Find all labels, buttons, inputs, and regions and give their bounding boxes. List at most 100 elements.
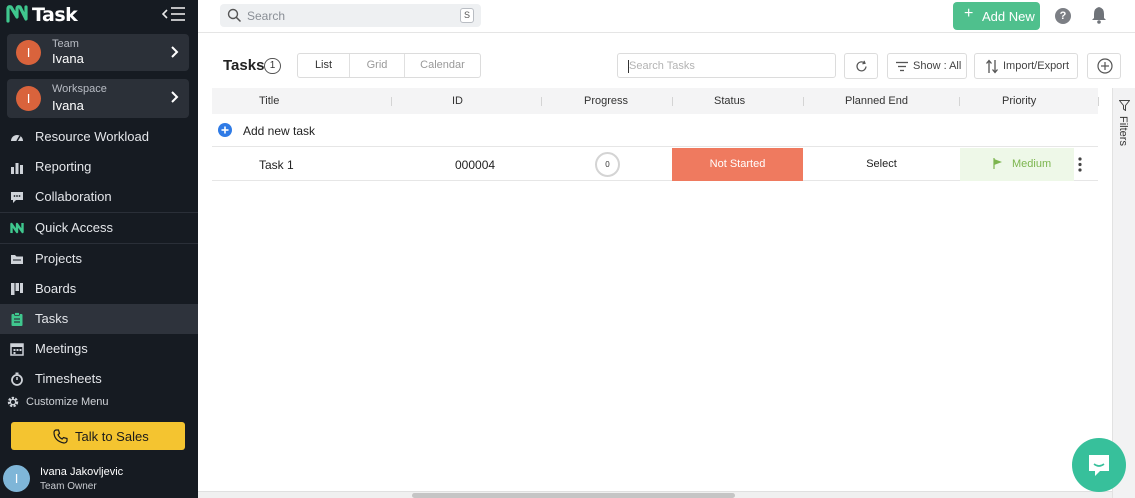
phone-icon xyxy=(53,429,68,444)
chevron-right-icon xyxy=(171,46,179,58)
gauge-icon xyxy=(11,135,23,142)
workspace-sub-label: Workspace xyxy=(52,83,107,95)
import-export-label: Import/Export xyxy=(1003,60,1070,72)
sidebar-item-timesheets[interactable]: Timesheets xyxy=(0,364,198,394)
search-icon xyxy=(227,8,242,23)
sidebar-item-label: Projects xyxy=(35,251,82,266)
logo-icon xyxy=(10,222,24,234)
talk-to-sales-label: Talk to Sales xyxy=(75,429,149,444)
user-role: Team Owner xyxy=(40,481,97,492)
add-circle-icon xyxy=(218,123,232,137)
logo-icon xyxy=(6,5,28,23)
team-name: Ivana xyxy=(52,51,84,66)
column-header-planned-end[interactable]: Planned End xyxy=(845,95,908,107)
column-header-progress[interactable]: Progress xyxy=(584,95,628,107)
import-export-button[interactable]: Import/Export xyxy=(974,53,1078,79)
search-input[interactable]: Search S xyxy=(220,4,481,27)
more-vertical-icon[interactable] xyxy=(1078,157,1082,172)
filters-label: Filters xyxy=(1117,116,1129,146)
filter-icon xyxy=(1119,100,1130,111)
scrollbar-thumb[interactable] xyxy=(412,493,735,498)
refresh-icon xyxy=(856,60,867,72)
talk-to-sales-button[interactable]: Talk to Sales xyxy=(11,422,185,450)
user-name: Ivana Jakovljevic xyxy=(40,466,124,478)
plus-circle-icon xyxy=(1097,58,1113,74)
priority-label: Medium xyxy=(1012,158,1052,170)
sidebar-item-label: Resource Workload xyxy=(35,129,149,144)
bell-icon[interactable] xyxy=(1091,6,1107,24)
sidebar-item-label: Tasks xyxy=(35,311,69,326)
sidebar-item-boards[interactable]: Boards xyxy=(0,274,198,304)
sidebar-item-label: Timesheets xyxy=(35,371,102,386)
divider xyxy=(391,97,392,106)
task-id: 000004 xyxy=(455,158,496,172)
divider xyxy=(959,97,960,106)
tab-grid[interactable]: Grid xyxy=(350,54,404,77)
sidebar-item-tasks[interactable]: Tasks xyxy=(0,304,198,334)
top-bar: Search S + Add New ? xyxy=(198,0,1135,33)
priority-select[interactable]: Medium xyxy=(960,148,1074,181)
workspace-switcher[interactable]: I Workspace Ivana xyxy=(7,79,189,118)
chat-icon xyxy=(1089,455,1109,476)
task-count-badge: 1 xyxy=(264,58,281,74)
show-filter-button[interactable]: Show : All xyxy=(887,53,967,79)
chat-bubble-icon xyxy=(11,192,23,203)
sidebar-item-collaboration[interactable]: Collaboration xyxy=(0,182,198,212)
task-title[interactable]: Task 1 xyxy=(259,158,294,172)
calendar-icon xyxy=(10,343,24,356)
search-placeholder: Search xyxy=(247,9,286,23)
tab-list[interactable]: List xyxy=(298,54,349,77)
tab-calendar[interactable]: Calendar xyxy=(405,54,480,77)
refresh-button[interactable] xyxy=(844,53,878,79)
stopwatch-icon xyxy=(11,372,23,386)
workspace-avatar: I xyxy=(16,86,41,111)
add-new-label: Add New xyxy=(982,9,1035,24)
column-header-priority[interactable]: Priority xyxy=(1002,95,1036,107)
bar-chart-icon xyxy=(11,163,23,174)
avatar: I xyxy=(3,465,30,492)
plus-icon: + xyxy=(964,5,974,22)
column-header-status[interactable]: Status xyxy=(714,95,745,107)
sort-arrows-icon xyxy=(986,59,998,74)
board-icon xyxy=(11,283,23,295)
chevron-right-icon xyxy=(171,91,179,103)
search-shortcut-key: S xyxy=(460,8,474,23)
sidebar-item-quick-access[interactable]: Quick Access xyxy=(0,213,198,243)
page-title: Tasks xyxy=(223,57,265,74)
sidebar-item-resource-workload[interactable]: Resource Workload xyxy=(0,122,198,152)
chat-support-button[interactable] xyxy=(1072,438,1126,492)
planned-end-select[interactable]: Select xyxy=(804,148,959,181)
sidebar-item-reporting[interactable]: Reporting xyxy=(0,152,198,182)
collapse-sidebar-icon[interactable] xyxy=(162,6,186,22)
add-new-button[interactable]: + Add New xyxy=(953,2,1040,30)
sidebar-item-meetings[interactable]: Meetings xyxy=(0,334,198,364)
divider xyxy=(672,97,673,106)
divider xyxy=(541,97,542,106)
progress-indicator[interactable]: 0 xyxy=(595,152,620,177)
table-row[interactable]: Task 1 000004 0 Not Started Select Mediu… xyxy=(212,148,1098,181)
table-header: Title ID Progress Status Planned End Pri… xyxy=(212,88,1099,114)
app-name: Task xyxy=(32,4,78,26)
add-column-button[interactable] xyxy=(1087,53,1121,79)
column-header-title[interactable]: Title xyxy=(259,95,279,107)
add-new-task-row[interactable]: Add new task xyxy=(212,116,1098,147)
sidebar-item-projects[interactable]: Projects xyxy=(0,244,198,274)
filters-panel-toggle[interactable]: Filters xyxy=(1112,88,1135,498)
flag-icon xyxy=(993,158,1002,169)
horizontal-scrollbar[interactable] xyxy=(198,491,1112,498)
sidebar-item-label: Meetings xyxy=(35,341,88,356)
team-avatar: I xyxy=(16,40,41,65)
clipboard-icon xyxy=(11,312,23,326)
sidebar-item-label: Reporting xyxy=(35,159,92,174)
show-filter-label: Show : All xyxy=(913,60,962,72)
help-icon[interactable]: ? xyxy=(1055,8,1071,24)
divider xyxy=(1098,97,1099,106)
filter-lines-icon xyxy=(896,61,908,72)
column-header-id[interactable]: ID xyxy=(452,95,463,107)
status-badge[interactable]: Not Started xyxy=(672,148,803,181)
user-profile[interactable]: I Ivana Jakovljevic Team Owner xyxy=(0,460,198,498)
folder-icon xyxy=(11,255,23,264)
task-search-input[interactable]: Search Tasks xyxy=(617,53,836,78)
team-switcher[interactable]: I Team Ivana xyxy=(7,34,189,71)
logo-row: Task xyxy=(0,0,198,30)
